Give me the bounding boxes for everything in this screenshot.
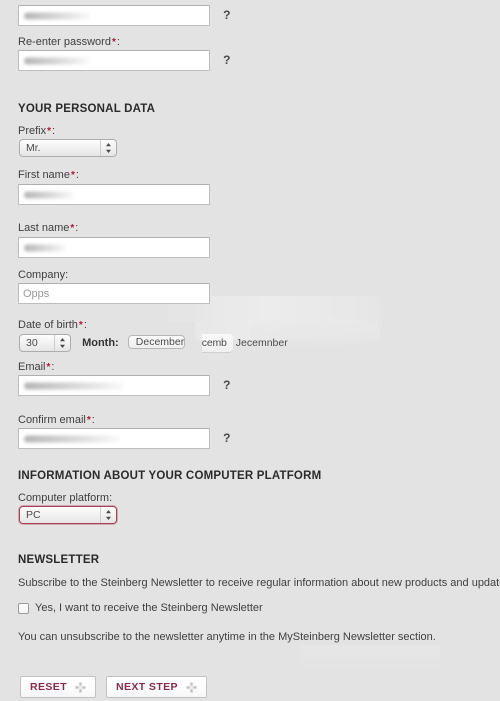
registration-form-page: ? Re-enter password*: ? YOUR PERSONAL DA…	[0, 0, 500, 701]
prefix-select-value: Mr.	[26, 142, 41, 154]
prefix-select[interactable]: Mr.	[19, 139, 117, 157]
first-name-label: First name	[18, 169, 70, 181]
confirm-email-row: ?	[18, 428, 230, 449]
birth-month-select-wrap[interactable]: December cemb Jecemnber	[127, 334, 288, 353]
reenter-password-row: ?	[18, 50, 230, 71]
platform-section-title: INFORMATION ABOUT YOUR COMPUTER PLATFORM	[18, 470, 322, 482]
month-render-artifact-2: Jecemnber	[235, 337, 288, 349]
chevron-updown-icon	[60, 338, 65, 348]
email-input[interactable]	[18, 375, 210, 396]
computer-platform-label: Computer platform:	[18, 492, 113, 504]
company-row	[18, 283, 210, 304]
email-label: Email	[18, 361, 46, 373]
last-name-label: Last name	[18, 222, 70, 234]
last-name-row	[18, 237, 210, 258]
help-icon[interactable]: ?	[223, 5, 230, 26]
last-name-input[interactable]	[18, 237, 210, 258]
birth-month-select[interactable]: December	[127, 335, 186, 349]
form-actions: RESET NEXT STEP	[20, 676, 207, 698]
newsletter-checkbox-label: Yes, I want to receive the Steinberg New…	[35, 602, 263, 614]
company-label-row: Company:	[18, 268, 68, 282]
company-input[interactable]	[18, 283, 210, 304]
first-name-row	[18, 184, 210, 205]
confirm-email-label-row: Confirm email*:	[18, 413, 95, 427]
move-crosshair-icon	[75, 682, 86, 693]
confirm-email-label: Confirm email	[18, 414, 86, 426]
watermark-artifact	[300, 645, 440, 671]
password-input[interactable]	[18, 5, 210, 26]
dob-controls-row: 30 Month: December cemb Jecemnber	[19, 334, 288, 353]
company-label: Company:	[18, 269, 69, 281]
prefix-label: Prefix	[18, 125, 47, 137]
label-colon: :	[91, 414, 95, 426]
reset-button-label: RESET	[30, 681, 68, 693]
help-icon[interactable]: ?	[223, 428, 230, 449]
computer-platform-value: PC	[26, 509, 41, 521]
reenter-password-label-row: Re-enter password*:	[18, 35, 120, 49]
first-name-label-row: First name*:	[18, 168, 79, 182]
confirm-email-field-wrap	[18, 428, 210, 449]
email-label-row: Email*:	[18, 360, 54, 374]
reset-button[interactable]: RESET	[20, 676, 97, 698]
newsletter-unsubscribe-note: You can unsubscribe to the newsletter an…	[18, 631, 436, 643]
reenter-password-label: Re-enter password	[18, 36, 111, 48]
date-of-birth-label: Date of birth	[18, 319, 78, 331]
confirm-email-input[interactable]	[18, 428, 210, 449]
chevron-updown-icon	[106, 143, 111, 153]
password-field-wrap	[18, 5, 210, 26]
newsletter-checkbox[interactable]	[18, 602, 29, 614]
stepper-arrows-icon	[100, 507, 116, 523]
month-label: Month:	[82, 337, 119, 349]
help-icon[interactable]: ?	[223, 375, 230, 396]
reenter-password-input[interactable]	[18, 50, 210, 71]
reenter-password-field-wrap	[18, 50, 210, 71]
label-colon: :	[75, 222, 79, 234]
help-icon[interactable]: ?	[223, 50, 230, 71]
last-name-label-row: Last name*:	[18, 221, 78, 235]
stepper-arrows-icon	[54, 335, 70, 351]
newsletter-optin-row[interactable]: Yes, I want to receive the Steinberg New…	[18, 601, 263, 615]
label-colon: :	[51, 361, 55, 373]
label-colon: :	[116, 36, 120, 48]
month-render-artifact-1: cemb	[201, 334, 233, 353]
dob-label-row: Date of birth*:	[18, 318, 87, 332]
label-colon: :	[52, 125, 56, 137]
first-name-input[interactable]	[18, 184, 210, 205]
label-colon: :	[83, 319, 87, 331]
birth-day-value: 30	[26, 337, 38, 349]
next-step-button[interactable]: NEXT STEP	[106, 676, 207, 698]
password-row: ?	[18, 5, 230, 26]
label-colon: :	[75, 169, 79, 181]
newsletter-section-title: NEWSLETTER	[18, 554, 100, 566]
birth-day-select[interactable]: 30	[19, 334, 71, 352]
next-step-button-label: NEXT STEP	[116, 681, 178, 693]
email-field-wrap	[18, 375, 210, 396]
email-row: ?	[18, 375, 230, 396]
personal-data-section-title: YOUR PERSONAL DATA	[18, 103, 156, 115]
stepper-arrows-icon	[100, 140, 116, 156]
platform-label-row: Computer platform:	[18, 491, 112, 505]
move-crosshair-icon	[186, 682, 197, 693]
computer-platform-select[interactable]: PC	[19, 506, 117, 524]
prefix-label-row: Prefix*:	[18, 124, 55, 138]
newsletter-intro-text: Subscribe to the Steinberg Newsletter to…	[18, 577, 500, 589]
chevron-updown-icon	[106, 510, 111, 520]
